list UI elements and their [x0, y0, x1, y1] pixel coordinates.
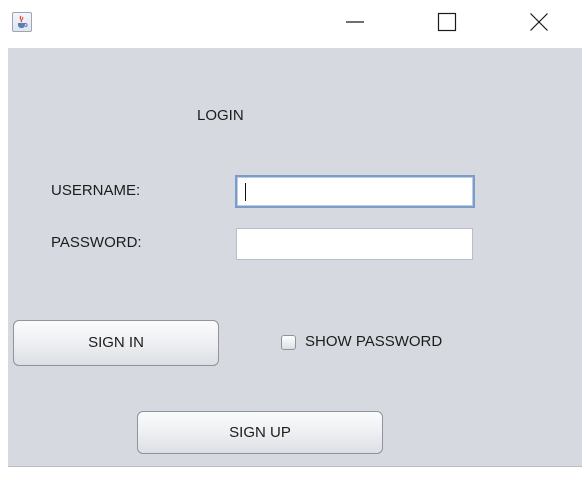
maximize-icon: [437, 12, 457, 32]
java-cup-icon: [12, 12, 32, 32]
login-window: LOGIN USERNAME: PASSWORD: SIGN IN SHOW P…: [0, 0, 584, 495]
sign-up-button[interactable]: SIGN UP: [137, 411, 383, 454]
login-panel: LOGIN USERNAME: PASSWORD: SIGN IN SHOW P…: [8, 48, 582, 467]
text-caret: [245, 183, 246, 201]
window-bottom-border: [8, 466, 582, 467]
minimize-button[interactable]: [332, 0, 378, 44]
sign-in-button[interactable]: SIGN IN: [13, 320, 219, 366]
show-password-checkbox[interactable]: [281, 335, 296, 350]
title-bar[interactable]: [0, 0, 584, 48]
show-password-label[interactable]: SHOW PASSWORD: [305, 333, 442, 350]
password-field[interactable]: [236, 228, 473, 260]
password-label: PASSWORD:: [51, 234, 142, 251]
minimize-icon: [346, 21, 364, 23]
close-icon: [530, 13, 548, 31]
username-field[interactable]: [235, 175, 475, 208]
username-label: USERNAME:: [51, 182, 141, 199]
close-button[interactable]: [516, 0, 562, 44]
maximize-button[interactable]: [424, 0, 470, 44]
login-title: LOGIN: [197, 107, 244, 124]
